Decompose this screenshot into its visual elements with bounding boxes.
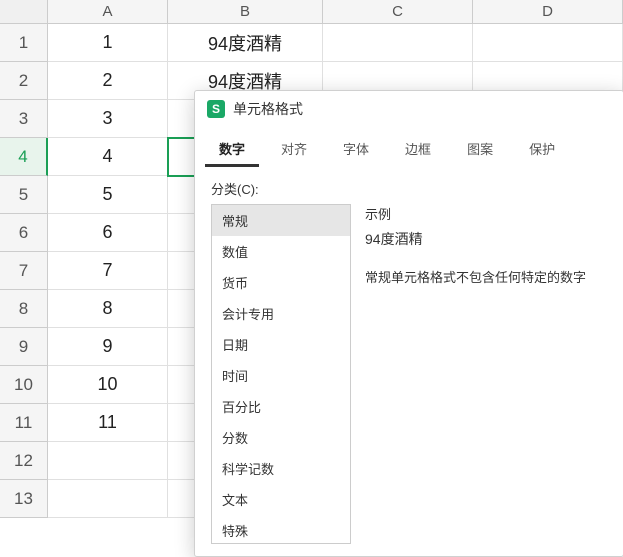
dialog-titlebar[interactable]: S 单元格格式 [195,91,623,127]
row-header[interactable]: 2 [0,62,48,100]
cell[interactable]: 1 [48,24,168,62]
sample-label: 示例 [365,204,607,223]
row-header[interactable]: 10 [0,366,48,404]
cell[interactable]: 6 [48,214,168,252]
category-item[interactable]: 数值 [212,236,350,267]
dialog-tabs: 数字对齐字体边框图案保护 [195,127,623,167]
row-header[interactable]: 4 [0,138,48,176]
cell[interactable] [323,24,473,62]
cell[interactable]: 3 [48,100,168,138]
category-item[interactable]: 科学记数 [212,453,350,484]
col-header-c[interactable]: C [323,0,473,24]
category-label: 分类(C): [211,179,607,198]
cell[interactable]: 4 [48,138,168,176]
row-header[interactable]: 13 [0,480,48,518]
app-icon: S [207,100,225,118]
category-item[interactable]: 百分比 [212,391,350,422]
row-header[interactable]: 6 [0,214,48,252]
tab-4[interactable]: 图案 [453,133,507,167]
category-item[interactable]: 常规 [212,205,350,236]
cell[interactable]: 5 [48,176,168,214]
corner-cell[interactable] [0,0,48,24]
sample-value: 94度酒精 [365,229,607,249]
cell[interactable]: 9 [48,328,168,366]
cell[interactable]: 2 [48,62,168,100]
row-header[interactable]: 7 [0,252,48,290]
row-header[interactable]: 5 [0,176,48,214]
tab-2[interactable]: 字体 [329,133,383,167]
row-header[interactable]: 8 [0,290,48,328]
tab-3[interactable]: 边框 [391,133,445,167]
category-item[interactable]: 文本 [212,484,350,515]
row-header[interactable]: 3 [0,100,48,138]
cell[interactable]: 94度酒精 [168,24,323,62]
row-header[interactable]: 11 [0,404,48,442]
category-list[interactable]: 常规数值货币会计专用日期时间百分比分数科学记数文本特殊自定义 [211,204,351,544]
col-header-a[interactable]: A [48,0,168,24]
row-header[interactable]: 9 [0,328,48,366]
tab-1[interactable]: 对齐 [267,133,321,167]
col-header-d[interactable]: D [473,0,623,24]
category-item[interactable]: 时间 [212,360,350,391]
row-header[interactable]: 1 [0,24,48,62]
category-item[interactable]: 日期 [212,329,350,360]
cell[interactable]: 7 [48,252,168,290]
format-description: 常规单元格格式不包含任何特定的数字 [365,267,607,286]
cell[interactable]: 11 [48,404,168,442]
col-header-b[interactable]: B [168,0,323,24]
category-item[interactable]: 货币 [212,267,350,298]
category-item[interactable]: 分数 [212,422,350,453]
row-header[interactable]: 12 [0,442,48,480]
cell[interactable] [473,24,623,62]
tab-0[interactable]: 数字 [205,133,259,167]
cell[interactable]: 10 [48,366,168,404]
tab-5[interactable]: 保护 [515,133,569,167]
cell[interactable]: 8 [48,290,168,328]
cell-format-dialog: S 单元格格式 数字对齐字体边框图案保护 分类(C): 常规数值货币会计专用日期… [194,90,623,557]
cell[interactable] [48,442,168,480]
category-item[interactable]: 会计专用 [212,298,350,329]
cell[interactable] [48,480,168,518]
dialog-title-text: 单元格格式 [233,99,303,119]
